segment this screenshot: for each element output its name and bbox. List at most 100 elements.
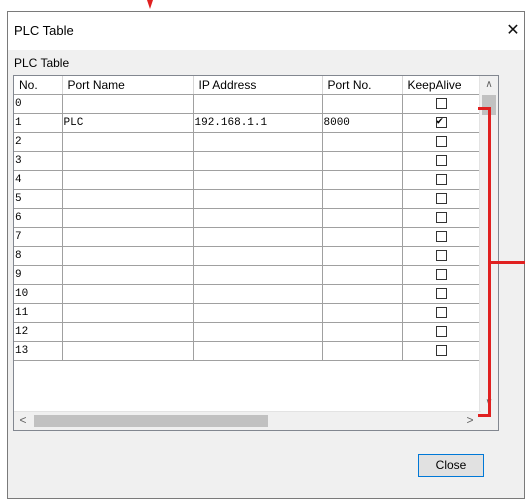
table-row[interactable]: 9	[14, 265, 481, 285]
port-name-cell[interactable]	[62, 94, 194, 114]
close-icon[interactable]: ✕	[502, 12, 524, 50]
keepalive-checkbox[interactable]: ✔	[435, 116, 447, 128]
row-number-cell[interactable]: 6	[14, 208, 63, 228]
table-row[interactable]: 3	[14, 151, 481, 171]
port-name-cell[interactable]	[62, 284, 194, 304]
port-name-cell[interactable]	[62, 132, 194, 152]
table-row[interactable]: 4	[14, 170, 481, 190]
port-no-cell[interactable]	[322, 151, 403, 171]
ip-address-cell[interactable]	[193, 265, 323, 285]
ip-address-cell[interactable]: 192.168.1.1	[193, 113, 323, 133]
keepalive-checkbox[interactable]	[435, 173, 447, 185]
keepalive-checkbox[interactable]	[435, 249, 447, 261]
port-no-cell[interactable]	[322, 341, 403, 361]
column-header-port-name[interactable]: Port Name	[62, 76, 194, 95]
row-number-cell[interactable]: 12	[14, 322, 63, 342]
port-name-cell[interactable]	[62, 170, 194, 190]
port-name-cell[interactable]	[62, 246, 194, 266]
keepalive-checkbox[interactable]	[435, 268, 447, 280]
table-row[interactable]: 5	[14, 189, 481, 209]
row-number-cell[interactable]: 1	[14, 113, 63, 133]
ip-address-cell[interactable]	[193, 132, 323, 152]
ip-address-cell[interactable]	[193, 246, 323, 266]
row-number-cell[interactable]: 13	[14, 341, 63, 361]
ip-address-cell[interactable]	[193, 151, 323, 171]
row-number-cell[interactable]: 11	[14, 303, 63, 323]
port-no-cell[interactable]	[322, 208, 403, 228]
row-number-cell[interactable]: 2	[14, 132, 63, 152]
port-no-cell[interactable]: 8000	[322, 113, 403, 133]
port-no-cell[interactable]	[322, 322, 403, 342]
table-row[interactable]: 8	[14, 246, 481, 266]
horizontal-scroll-thumb[interactable]	[34, 415, 268, 427]
port-name-cell[interactable]: PLC	[62, 113, 194, 133]
row-number-cell[interactable]: 3	[14, 151, 63, 171]
port-name-cell[interactable]	[62, 151, 194, 171]
keepalive-checkbox[interactable]	[435, 135, 447, 147]
scroll-right-icon[interactable]: >	[461, 412, 479, 430]
table-row[interactable]: 10	[14, 284, 481, 304]
port-no-cell[interactable]	[322, 189, 403, 209]
column-header-no[interactable]: No.	[14, 76, 63, 95]
ip-address-cell[interactable]	[193, 94, 323, 114]
port-no-cell[interactable]	[322, 265, 403, 285]
table-row[interactable]: 2	[14, 132, 481, 152]
keepalive-checkbox[interactable]	[435, 211, 447, 223]
table-row[interactable]: 12	[14, 322, 481, 342]
port-name-cell[interactable]	[62, 208, 194, 228]
ip-address-cell[interactable]	[193, 341, 323, 361]
keepalive-checkbox[interactable]	[435, 154, 447, 166]
close-button[interactable]: Close	[418, 454, 484, 477]
port-name-cell[interactable]	[62, 341, 194, 361]
table-row[interactable]: 7	[14, 227, 481, 247]
port-no-cell[interactable]	[322, 303, 403, 323]
port-no-cell[interactable]	[322, 227, 403, 247]
keepalive-checkbox[interactable]	[435, 306, 447, 318]
table-row[interactable]: 0	[14, 94, 481, 114]
horizontal-scrollbar[interactable]: < >	[14, 411, 481, 430]
title-bar: PLC Table ✕	[8, 12, 524, 50]
keepalive-cell	[402, 284, 481, 304]
ip-address-cell[interactable]	[193, 227, 323, 247]
ip-address-cell[interactable]	[193, 208, 323, 228]
port-no-cell[interactable]	[322, 94, 403, 114]
port-no-cell[interactable]	[322, 246, 403, 266]
row-number-cell[interactable]: 0	[14, 94, 63, 114]
port-name-cell[interactable]	[62, 189, 194, 209]
ip-address-cell[interactable]	[193, 284, 323, 304]
port-no-cell[interactable]	[322, 132, 403, 152]
ip-address-cell[interactable]	[193, 303, 323, 323]
keepalive-checkbox[interactable]	[435, 287, 447, 299]
column-header-keepalive[interactable]: KeepAlive	[402, 76, 481, 95]
table-row[interactable]: 13	[14, 341, 481, 361]
scroll-left-icon[interactable]: <	[14, 412, 32, 430]
ip-address-cell[interactable]	[193, 170, 323, 190]
column-header-port-no[interactable]: Port No.	[322, 76, 403, 95]
keepalive-checkbox[interactable]	[435, 344, 447, 356]
port-no-cell[interactable]	[322, 170, 403, 190]
keepalive-cell	[402, 151, 481, 171]
ip-address-cell[interactable]	[193, 189, 323, 209]
plc-grid[interactable]: No. Port Name IP Address Port No. KeepAl…	[13, 75, 499, 431]
row-number-cell[interactable]: 7	[14, 227, 63, 247]
row-number-cell[interactable]: 5	[14, 189, 63, 209]
keepalive-checkbox[interactable]	[435, 230, 447, 242]
port-name-cell[interactable]	[62, 303, 194, 323]
table-row[interactable]: 11	[14, 303, 481, 323]
row-number-cell[interactable]: 9	[14, 265, 63, 285]
table-row[interactable]: 6	[14, 208, 481, 228]
row-number-cell[interactable]: 8	[14, 246, 63, 266]
port-name-cell[interactable]	[62, 227, 194, 247]
port-name-cell[interactable]	[62, 265, 194, 285]
keepalive-checkbox[interactable]	[435, 97, 447, 109]
keepalive-checkbox[interactable]	[435, 325, 447, 337]
row-number-cell[interactable]: 4	[14, 170, 63, 190]
keepalive-checkbox[interactable]	[435, 192, 447, 204]
port-name-cell[interactable]	[62, 322, 194, 342]
column-header-ip-address[interactable]: IP Address	[193, 76, 323, 95]
ip-address-cell[interactable]	[193, 322, 323, 342]
port-no-cell[interactable]	[322, 284, 403, 304]
table-row[interactable]: 1 PLC 192.168.1.1 8000 ✔	[14, 113, 481, 133]
scroll-up-icon[interactable]: ∧	[480, 76, 498, 94]
row-number-cell[interactable]: 10	[14, 284, 63, 304]
